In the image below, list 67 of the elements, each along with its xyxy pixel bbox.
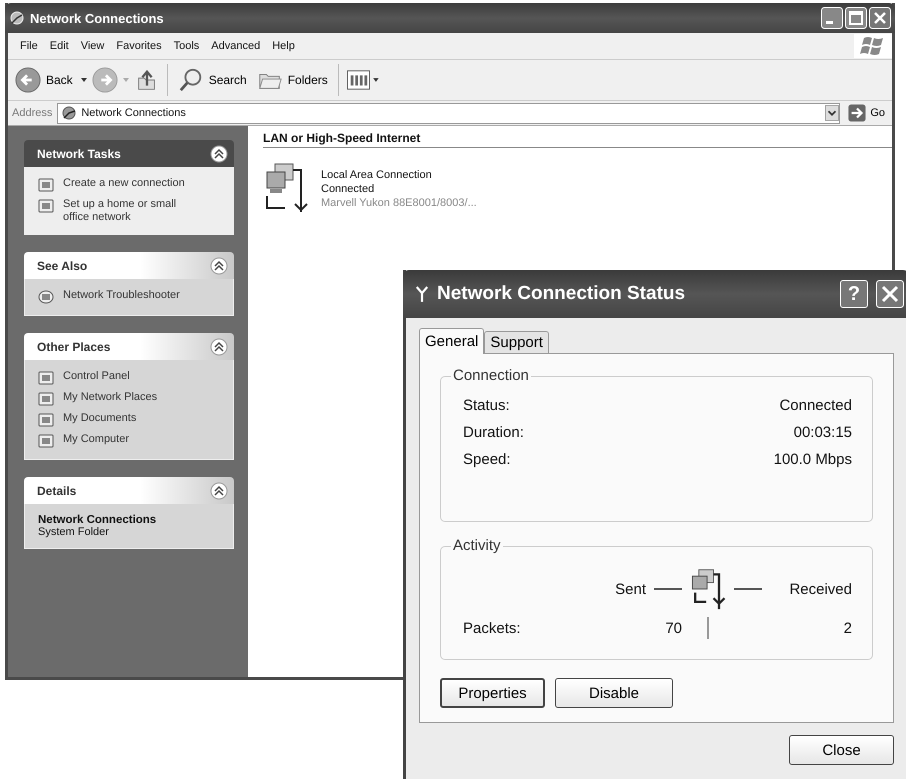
dropdown-icon[interactable] [825,105,840,121]
details-description: System Folder [38,526,110,538]
search-icon [178,67,204,93]
connection-status: Connected [321,182,376,196]
field-label: Duration: [463,424,524,441]
dropdown-caret-icon[interactable] [80,76,88,84]
packets-label: Packets: [463,620,522,636]
pane-header[interactable]: Other Places [24,333,234,360]
close-button[interactable]: Close [789,735,894,765]
task-link[interactable]: Set up a home or small office network [63,198,203,224]
folders-button[interactable]: Folders [254,65,331,95]
antenna-icon [415,285,429,303]
groupbox-legend: Activity [451,537,503,554]
pane-header[interactable]: Details [24,477,234,504]
small-window-icon [38,177,54,193]
pane-header[interactable]: Network Tasks [24,140,234,167]
maximize-button[interactable] [845,7,867,29]
task-link[interactable]: Control Panel [63,370,203,383]
close-button[interactable] [869,7,891,29]
tab[interactable]: General [419,328,484,354]
connection-name: Local Area Connection [321,168,433,182]
collapse-chevron-icon[interactable] [210,256,228,274]
sent-label: Sent [615,580,646,598]
field-value: 00:03:15 [794,424,852,441]
task-link[interactable]: My Documents [63,412,203,425]
task-link[interactable]: My Computer [63,433,203,446]
details-name: Network Connections [38,514,158,526]
received-label: Received [789,580,852,598]
collapse-chevron-icon[interactable] [210,482,228,500]
menu-item[interactable]: Favorites [110,38,168,54]
task-link[interactable]: Network Troubleshooter [63,289,203,302]
disable-button[interactable]: Disable [555,678,673,708]
menu-item[interactable]: File [14,38,44,54]
menu-item[interactable]: Help [266,38,301,54]
field-label: Speed: [463,451,511,468]
search-button[interactable]: Search [174,65,250,95]
pane-header[interactable]: See Also [24,252,234,279]
collapse-chevron-icon[interactable] [210,144,228,162]
menu-item[interactable]: View [74,38,110,54]
task-link[interactable]: My Network Places [63,391,203,404]
task-link[interactable]: Create a new connection [63,177,203,190]
group-heading: LAN or High-Speed Internet [263,128,892,148]
menu-item[interactable]: Tools [168,38,206,54]
field-label: Status: [463,397,510,414]
address-field[interactable]: Network Connections [57,102,840,124]
network-icon [61,105,78,121]
address-label: Address [12,107,52,119]
connection-device: Marvell Yukon 88E8001/8003/... [321,196,477,210]
minimize-button[interactable] [821,7,843,29]
packets-received: 2 [842,620,852,636]
dialog-title: Network Connection Status [437,283,686,305]
network-icon [9,10,25,26]
close-button[interactable] [876,280,904,308]
windows-logo-icon [854,34,892,58]
collapse-chevron-icon[interactable] [210,338,228,356]
tab[interactable]: Support [484,331,549,353]
menu-item[interactable]: Edit [44,38,75,54]
go-button[interactable]: Go [845,104,888,122]
packets-sent: 70 [664,620,682,636]
help-button[interactable]: ? [840,280,868,308]
field-value: Connected [779,397,852,414]
properties-button[interactable]: Properties [440,678,545,708]
go-arrow-icon [848,104,866,122]
field-value: 100.0 Mbps [774,451,852,468]
menu-item[interactable]: Advanced [205,38,266,54]
window-title: Network Connections [30,10,165,26]
back-button[interactable]: Back [12,65,76,95]
